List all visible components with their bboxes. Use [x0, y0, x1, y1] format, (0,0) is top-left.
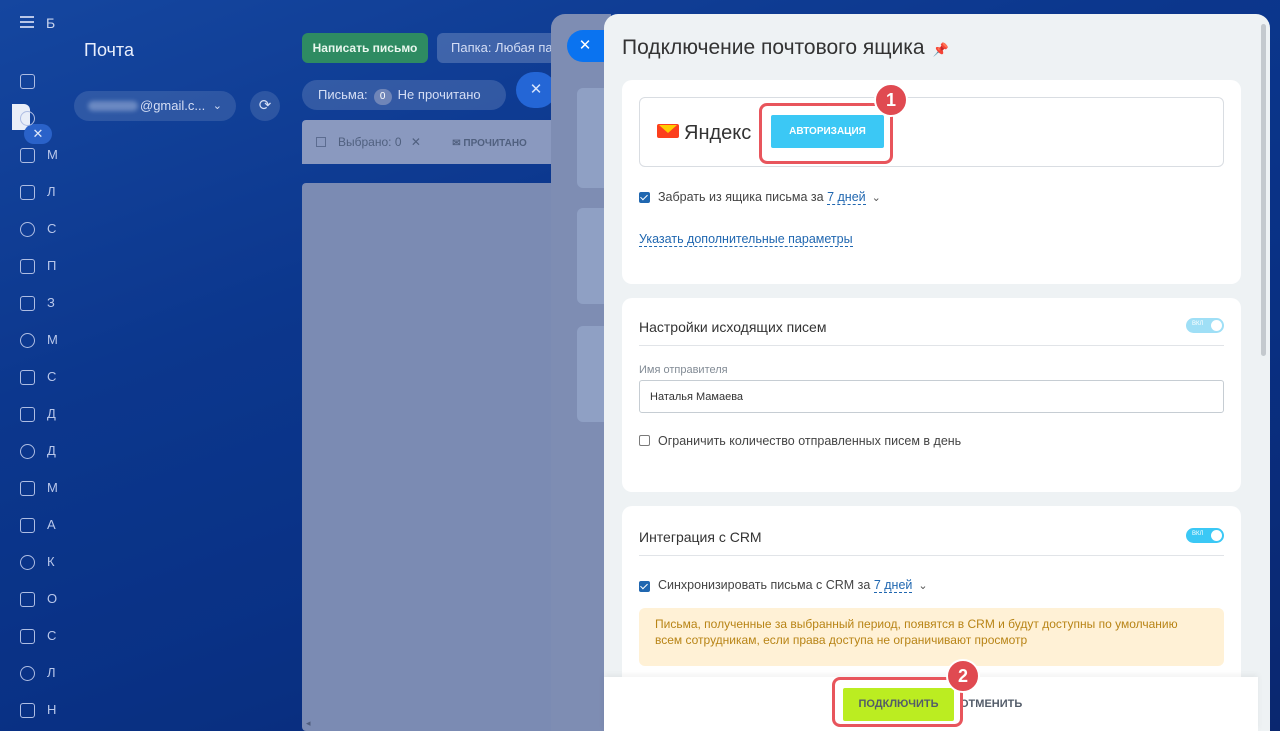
fetch-checkbox[interactable] [639, 192, 650, 203]
toggle-text: ВКЛ [1192, 321, 1204, 327]
schedule-icon[interactable] [20, 592, 35, 607]
mail-icon[interactable] [20, 259, 35, 274]
mark-read-button[interactable]: ✉ ПРОЧИТАНО [452, 138, 527, 149]
account-selector[interactable]: @gmail.c... ⌄ [74, 91, 236, 121]
funnel-icon[interactable] [20, 222, 35, 237]
robot-icon[interactable] [20, 518, 35, 533]
fetch-setting: Забрать из ящика письма за 7 дней ⌄ [658, 190, 881, 205]
crm-sync-label: Синхронизировать письма с CRM за [658, 578, 871, 592]
sidebar-item-label[interactable]: Н [47, 702, 56, 717]
toggle-knob [1211, 530, 1222, 541]
pin-icon[interactable]: 📌 [933, 42, 949, 57]
sites-icon[interactable] [20, 370, 35, 385]
panel-header: Подключение почтового ящика 📌 [622, 36, 949, 60]
docs-icon[interactable] [20, 407, 35, 422]
settings-icon[interactable] [20, 703, 35, 718]
provider-card: Яндекс АВТОРИЗАЦИЯ Забрать из ящика пись… [622, 80, 1241, 284]
extra-params-link[interactable]: Указать дополнительные параметры [639, 232, 853, 247]
sidebar-item-label[interactable]: С [47, 628, 56, 643]
divider [639, 345, 1224, 346]
fetch-label: Забрать из ящика письма за [658, 190, 824, 204]
callout-highlight-connect [832, 677, 963, 727]
compose-button[interactable]: Написать письмо [302, 33, 428, 63]
fetch-period-dropdown[interactable]: 7 дней [827, 190, 866, 205]
sidebar-item-label[interactable]: К [47, 554, 55, 569]
pulse-icon[interactable] [20, 74, 35, 89]
crm-sync-setting: Синхронизировать письма с CRM за 7 дней ⌄ [658, 578, 928, 593]
yandex-mail-icon [657, 124, 679, 138]
sidebar-item-label[interactable]: А [47, 517, 56, 532]
messenger-icon[interactable] [20, 148, 35, 163]
account-email: @gmail.c... [140, 98, 206, 113]
callout-number-2: 2 [946, 659, 980, 693]
sidebar-item-label[interactable]: П [47, 258, 56, 273]
crm-sync-period-dropdown[interactable]: 7 дней [873, 578, 913, 593]
toggle-text: ВКЛ [1192, 531, 1204, 537]
section-title: Интеграция с CRM [639, 529, 762, 545]
grid-icon[interactable] [20, 666, 35, 681]
left-sidebar: Б ✕ МЛСПЗМСДДМАКОСЛН [0, 0, 58, 731]
crm-warning: Письма, полученные за выбранный период, … [639, 608, 1224, 666]
sidebar-item-label[interactable]: С [47, 221, 56, 236]
sidebar-close-badge[interactable]: ✕ [24, 124, 52, 144]
sidebar-item-label[interactable]: С [47, 369, 56, 384]
provider-box: Яндекс АВТОРИЗАЦИЯ [639, 97, 1224, 167]
toggle-knob [1211, 320, 1222, 331]
inbox-icon[interactable] [20, 111, 35, 126]
outgoing-toggle[interactable]: ВКЛ [1186, 318, 1224, 333]
clear-filter-icon[interactable]: ✕ [516, 72, 556, 108]
filter-count: 0 [373, 89, 392, 105]
task-icon[interactable] [20, 296, 35, 311]
background-slider [551, 14, 611, 731]
brand-letter: Б [46, 15, 56, 31]
refresh-icon[interactable]: ⟳ [250, 91, 280, 121]
store-icon[interactable] [20, 629, 35, 644]
limit-label: Ограничить количество отправленных писем… [658, 434, 962, 448]
sidebar-item-label[interactable]: Д [47, 443, 56, 458]
clear-selection-icon[interactable]: ✕ [411, 135, 421, 149]
sender-label: Имя отправителя [639, 364, 728, 376]
document-icon[interactable] [20, 185, 35, 200]
chevron-down-icon: ⌄ [212, 100, 222, 112]
account-name-blurred [88, 101, 138, 111]
sender-name-input[interactable]: Наталья Мамаева [639, 380, 1224, 413]
page-title: Почта [84, 40, 134, 60]
outgoing-settings-card: Настройки исходящих писем ВКЛ Имя отправ… [622, 298, 1241, 492]
cancel-button[interactable]: ОТМЕНИТЬ [960, 688, 1022, 721]
crm-sync-checkbox[interactable] [639, 581, 650, 592]
section-title: Настройки исходящих писем [639, 319, 827, 335]
mailbox-connection-panel: Подключение почтового ящика 📌 Яндекс АВТО… [604, 14, 1270, 731]
selected-count: Выбрано: 0 [338, 135, 402, 149]
folder-filter[interactable]: Папка: Любая папка [437, 33, 557, 63]
limit-checkbox[interactable] [639, 435, 650, 446]
calendar-icon[interactable] [20, 555, 35, 570]
storage-icon[interactable] [20, 444, 35, 459]
sidebar-item-label[interactable]: Д [47, 406, 56, 421]
sidebar-item-label[interactable]: З [47, 295, 55, 310]
callout-highlight-auth [759, 103, 893, 164]
menu-icon[interactable] [20, 16, 34, 28]
scrollbar[interactable] [1261, 24, 1266, 356]
chevron-down-icon[interactable]: ⌄ [918, 580, 927, 592]
sidebar-item-label[interactable]: Л [47, 665, 56, 680]
target-icon[interactable] [20, 333, 35, 348]
provider-name: Яндекс [684, 122, 752, 144]
filter-label: Письма: [318, 87, 368, 102]
callout-number-1: 1 [874, 83, 908, 117]
divider [639, 555, 1224, 556]
crm-toggle[interactable]: ВКЛ [1186, 528, 1224, 543]
sidebar-item-label[interactable]: Л [47, 184, 56, 199]
filter-value: Не прочитано [397, 87, 481, 102]
chat-icon[interactable] [20, 481, 35, 496]
select-all-checkbox[interactable] [316, 137, 326, 147]
unread-filter[interactable]: Письма: 0 Не прочитано [302, 80, 506, 110]
panel-title: Подключение почтового ящика [622, 36, 925, 59]
chevron-down-icon[interactable]: ⌄ [872, 192, 881, 204]
mark-read-label: ПРОЧИТАНО [463, 138, 527, 149]
